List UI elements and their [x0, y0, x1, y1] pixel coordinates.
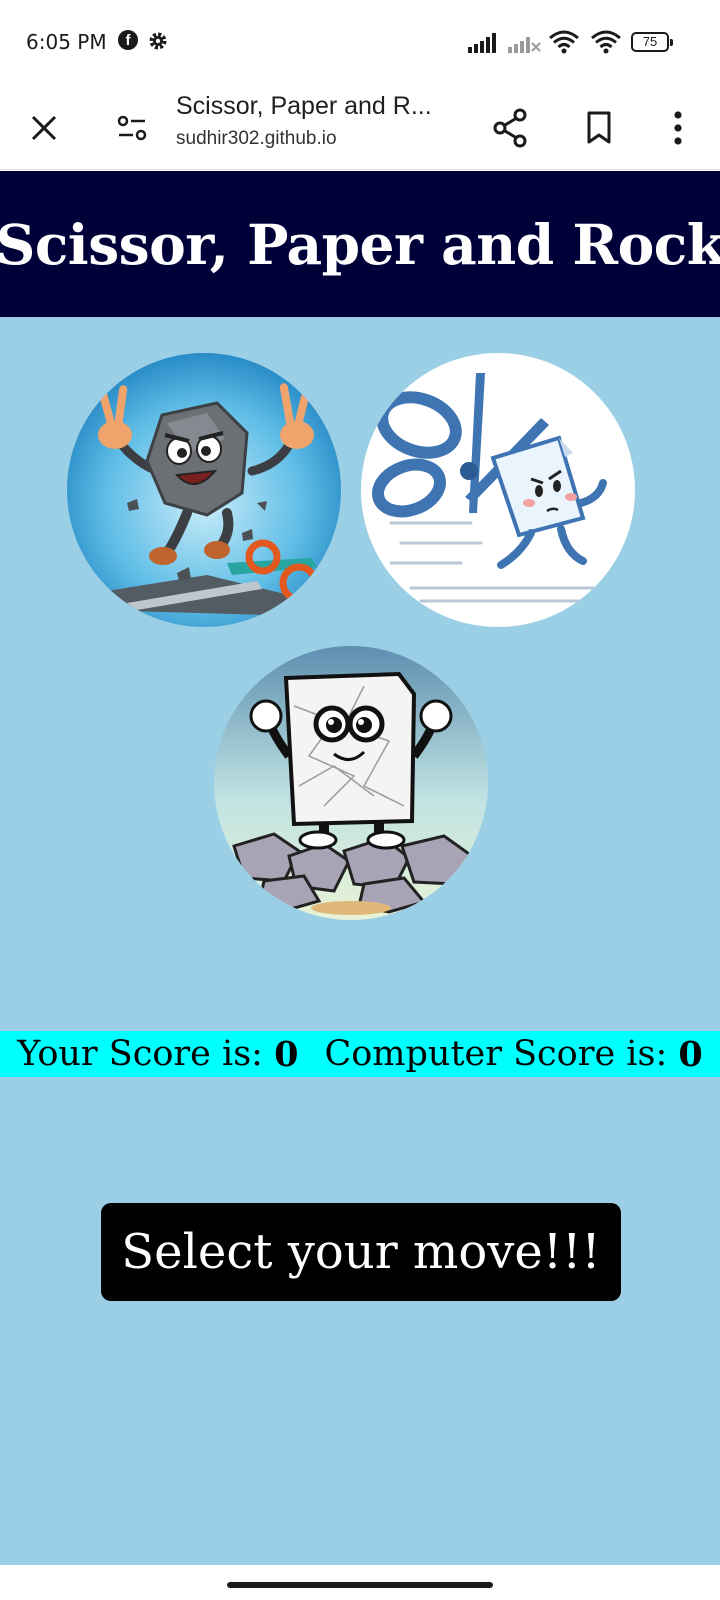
status-time: 6:05 PM [26, 30, 107, 54]
tab-title[interactable]: Scissor, Paper and R... [176, 92, 476, 121]
url-text[interactable]: sudhir302.github.io [176, 128, 337, 150]
browser-toolbar: Scissor, Paper and R... sudhir302.github… [0, 86, 720, 170]
your-score-label: Your Score is: [17, 1034, 263, 1074]
rock-character-image [67, 353, 341, 627]
battery-icon: 75 [631, 32, 673, 52]
message-button[interactable]: Select your move!!! [101, 1203, 621, 1301]
scissor-character-image [361, 353, 635, 627]
site-settings-icon [117, 115, 147, 141]
signal-no-service-icon [508, 37, 541, 53]
more-menu-button[interactable] [650, 100, 706, 156]
gear-icon [149, 32, 167, 50]
navigation-bar [0, 1565, 720, 1600]
facebook-icon: f [118, 30, 138, 50]
close-tab-button[interactable] [16, 100, 72, 156]
page-content: Scissor, Paper and Rock Your Score is: 0… [0, 171, 720, 1565]
wifi-icon [549, 30, 579, 54]
share-button[interactable] [482, 100, 538, 156]
bookmark-button[interactable] [571, 100, 627, 156]
bookmark-icon [587, 111, 611, 144]
computer-score-label: Computer Score is: [324, 1034, 668, 1074]
site-settings-button[interactable] [104, 100, 160, 156]
more-vert-icon [674, 111, 682, 145]
paper-character-image [214, 646, 488, 920]
page-header: Scissor, Paper and Rock [0, 171, 720, 317]
share-icon [493, 108, 527, 148]
close-icon [31, 115, 57, 141]
wifi-icon [591, 30, 621, 54]
your-score-value: 0 [274, 1033, 299, 1075]
paper-choice-button[interactable] [214, 646, 488, 920]
score-bar: Your Score is: 0 Computer Score is: 0 [0, 1031, 720, 1077]
rock-choice-button[interactable] [67, 353, 341, 627]
signal-icon [468, 33, 496, 53]
home-gesture-bar[interactable] [227, 1582, 493, 1588]
status-bar: 6:05 PM f 75 [0, 0, 720, 86]
scissor-choice-button[interactable] [361, 353, 635, 627]
page-title: Scissor, Paper and Rock [0, 211, 720, 277]
computer-score-value: 0 [678, 1033, 703, 1075]
